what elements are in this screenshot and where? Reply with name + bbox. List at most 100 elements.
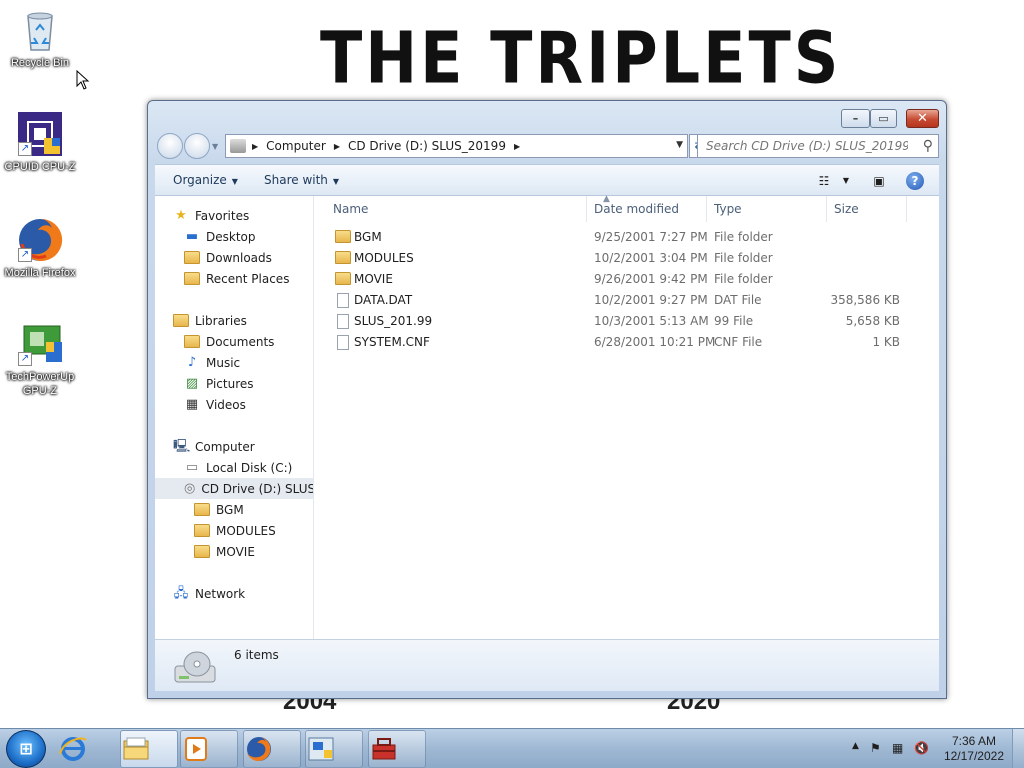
breadcrumb-arrow-icon[interactable]: ▶ xyxy=(514,142,520,151)
search-box[interactable]: ⚲ xyxy=(697,134,939,158)
desktop-icon: ▬ xyxy=(185,228,199,244)
nav-modules[interactable]: MODULES xyxy=(155,520,313,541)
search-input[interactable] xyxy=(698,135,908,157)
nav-label: MOVIE xyxy=(216,544,255,559)
nav-recent-places[interactable]: Recent Places xyxy=(155,268,313,289)
taskbar-windows-explorer[interactable] xyxy=(120,730,178,768)
breadcrumb-arrow-icon[interactable]: ▶ xyxy=(334,142,340,151)
minimize-icon: – xyxy=(852,112,859,125)
details-pane: 6 items xyxy=(155,639,939,691)
file-row-bgm[interactable]: BGM 9/25/2001 7:27 PM File folder xyxy=(329,227,919,248)
taskbar-media-player[interactable] xyxy=(180,730,238,768)
cd-drive-icon xyxy=(230,139,246,153)
nav-cd-drive[interactable]: ◎ CD Drive (D:) SLUS_20199 xyxy=(155,478,313,499)
network-status-icon[interactable]: ▦ xyxy=(892,741,903,755)
nav-music[interactable]: ♪ Music xyxy=(155,352,313,373)
column-header-size[interactable]: Size xyxy=(827,196,907,222)
minimize-button[interactable]: – xyxy=(841,109,870,128)
taskbar-toolbox-app[interactable] xyxy=(368,730,426,768)
file-row-movie[interactable]: MOVIE 9/26/2001 9:42 PM File folder xyxy=(329,269,919,290)
nav-network[interactable]: 🖧 Network xyxy=(155,583,313,604)
maximize-button[interactable]: ▭ xyxy=(870,109,897,128)
back-button[interactable] xyxy=(157,133,183,159)
breadcrumb-cd-drive[interactable]: CD Drive (D:) SLUS_20199 xyxy=(348,139,506,153)
chevron-down-icon: ▼ xyxy=(231,177,238,186)
nav-favorites[interactable]: ★ Favorites xyxy=(155,205,313,226)
item-count: 6 items xyxy=(234,648,279,662)
navigation-bar: ▼ ▶ Computer ▶ CD Drive (D:) SLUS_20199 … xyxy=(157,133,939,159)
desktop-icon-gpuz[interactable]: ↗ TechPowerUp GPU-Z xyxy=(1,320,79,398)
command-bar: Organize ▼ Share with ▼ ☷ ▼ ▣ ? xyxy=(155,164,939,196)
computer-icon: 🖳 xyxy=(173,438,191,454)
taskbar-cpuz[interactable] xyxy=(305,730,363,768)
start-button[interactable]: ⊞ xyxy=(6,730,46,768)
show-hidden-icons-icon[interactable]: ▲ xyxy=(852,741,859,751)
close-button[interactable]: ✕ xyxy=(906,109,939,128)
file-size: 1 KB xyxy=(872,335,900,349)
share-with-button[interactable]: Share with ▼ xyxy=(264,173,339,187)
nav-bgm[interactable]: BGM xyxy=(155,499,313,520)
search-icon[interactable]: ⚲ xyxy=(923,138,933,154)
help-button[interactable]: ? xyxy=(904,171,926,191)
show-desktop-button[interactable] xyxy=(1012,729,1024,768)
file-size: 358,586 KB xyxy=(830,293,900,307)
nav-computer[interactable]: 🖳 Computer xyxy=(155,436,313,457)
nav-label: Downloads xyxy=(206,250,272,265)
file-icon xyxy=(337,335,349,350)
nav-libraries[interactable]: Libraries xyxy=(155,310,313,331)
column-header-type[interactable]: Type xyxy=(707,196,827,222)
nav-videos[interactable]: ▦ Videos xyxy=(155,394,313,415)
desktop-icon-cpuz[interactable]: ↗ CPUID CPU-Z xyxy=(1,110,79,174)
taskbar-firefox[interactable] xyxy=(243,730,301,768)
internet-explorer-icon xyxy=(59,737,87,761)
file-name: BGM xyxy=(354,230,382,244)
explorer-window: – ▭ ✕ ▼ ▶ Computer ▶ CD Drive (D:) SLUS_… xyxy=(147,100,947,699)
preview-pane-button[interactable]: ▣ xyxy=(868,171,890,191)
organize-button[interactable]: Organize ▼ xyxy=(173,173,238,187)
folder-icon xyxy=(194,503,210,516)
file-row-modules[interactable]: MODULES 10/2/2001 3:04 PM File folder xyxy=(329,248,919,269)
change-view-button[interactable]: ☷ xyxy=(813,171,835,191)
file-date: 6/28/2001 10:21 PM xyxy=(594,335,716,349)
nav-documents[interactable]: Documents xyxy=(155,331,313,352)
column-header-date[interactable]: Date modified xyxy=(587,196,707,222)
file-row-data-dat[interactable]: DATA.DAT 10/2/2001 9:27 PM DAT File 358,… xyxy=(329,290,919,311)
nav-label: Network xyxy=(195,586,246,601)
desktop-icon-recycle-bin[interactable]: Recycle Bin xyxy=(1,6,79,70)
desktop-icon-firefox[interactable]: ↗ Mozilla Firefox xyxy=(1,216,79,280)
file-name: DATA.DAT xyxy=(354,293,413,307)
shortcut-arrow-icon: ↗ xyxy=(18,352,32,366)
file-row-system-cnf[interactable]: SYSTEM.CNF 6/28/2001 10:21 PM CNF File 1… xyxy=(329,332,919,353)
share-with-label: Share with xyxy=(264,173,328,187)
clock[interactable]: 7:36 AM 12/17/2022 xyxy=(944,734,1004,764)
breadcrumb-computer[interactable]: Computer xyxy=(266,139,326,153)
file-type: CNF File xyxy=(714,335,763,349)
file-type: File folder xyxy=(714,272,773,286)
cd-drive-icon xyxy=(174,651,216,683)
nav-movie[interactable]: MOVIE xyxy=(155,541,313,562)
address-dropdown-icon[interactable]: ▼ xyxy=(676,140,683,150)
taskbar-internet-explorer[interactable] xyxy=(58,730,118,768)
windows-explorer-icon xyxy=(123,737,149,760)
recent-places-icon xyxy=(184,272,200,285)
nav-label: Computer xyxy=(195,439,255,454)
file-row-slus[interactable]: SLUS_201.99 10/3/2001 5:13 AM 99 File 5,… xyxy=(329,311,919,332)
recent-pages-dropdown-icon[interactable]: ▼ xyxy=(212,142,218,151)
nav-pictures[interactable]: ▨ Pictures xyxy=(155,373,313,394)
videos-icon: ▦ xyxy=(185,396,199,412)
breadcrumb-arrow-icon[interactable]: ▶ xyxy=(252,142,258,151)
address-bar[interactable]: ▶ Computer ▶ CD Drive (D:) SLUS_20199 ▶ … xyxy=(225,134,688,158)
file-icon xyxy=(337,314,349,329)
nav-label: Music xyxy=(206,355,241,370)
nav-downloads[interactable]: Downloads xyxy=(155,247,313,268)
organize-label: Organize xyxy=(173,173,227,187)
volume-muted-icon[interactable]: 🔇 xyxy=(914,741,929,755)
view-options-dropdown[interactable]: ▼ xyxy=(835,171,857,191)
cpuz-icon: ↗ xyxy=(16,110,64,158)
column-header-name[interactable]: Name xyxy=(315,196,587,222)
nav-desktop[interactable]: ▬ Desktop xyxy=(155,226,313,247)
file-date: 10/3/2001 5:13 AM xyxy=(594,314,709,328)
nav-local-disk[interactable]: ▭ Local Disk (C:) xyxy=(155,457,313,478)
action-center-flag-icon[interactable]: ⚑ xyxy=(870,741,881,755)
forward-button[interactable] xyxy=(184,133,210,159)
